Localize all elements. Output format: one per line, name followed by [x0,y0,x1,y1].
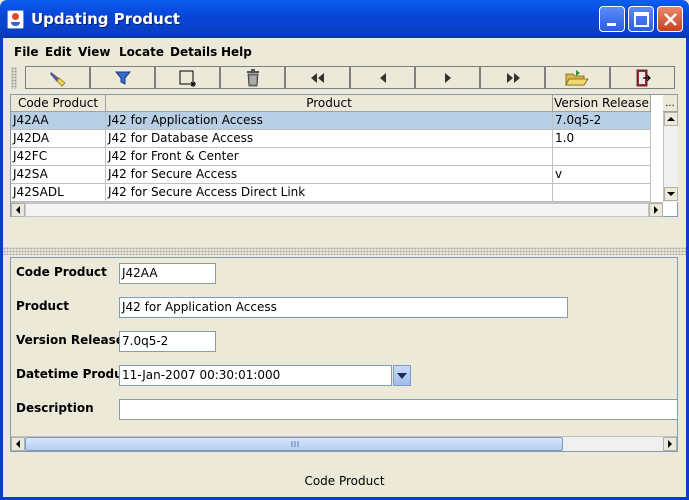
first-record-icon [310,72,324,83]
table-row[interactable]: J42FC J42 for Front & Center [11,148,651,166]
last-record-button[interactable] [480,66,545,89]
table-vertical-scrollbar[interactable] [663,112,678,202]
form-scroll-right-arrow[interactable] [663,437,677,451]
new-record-icon [179,70,196,87]
last-record-icon [506,72,520,83]
arrow-down-icon [667,192,675,196]
cell-product: J42 for Front & Center [106,148,553,166]
datetime-dropdown-button[interactable] [393,365,411,386]
exit-door-icon [636,69,651,86]
form-scroll-left-arrow[interactable] [11,437,25,451]
code-product-label: Code Product [16,265,107,279]
arrow-up-icon [667,117,675,121]
open-folder-button[interactable] [545,66,610,89]
description-field[interactable] [119,399,677,420]
open-folder-icon [564,69,589,85]
cell-version: v [553,166,651,184]
cell-code: J42FC [11,148,106,166]
cell-product: J42 for Secure Access Direct Link [106,184,553,202]
scroll-right-arrow[interactable] [649,203,663,217]
maximize-button[interactable] [628,6,654,32]
description-label: Description [16,401,94,415]
datetime-product-label: Datetime Product [16,367,136,381]
arrow-left-icon [16,206,20,214]
toolbar-grip[interactable] [11,67,17,89]
scroll-track[interactable] [25,203,649,217]
arrow-left-icon [16,440,20,448]
cell-code: J42SA [11,166,106,184]
menu-bar: File Edit View Locate Details Help [3,40,686,62]
new-record-button[interactable] [155,66,220,89]
window-title: Updating Product [31,10,180,28]
exit-button[interactable] [610,66,675,89]
column-header-product[interactable]: Product [106,95,553,112]
arrow-right-icon [668,440,672,448]
flashlight-icon [49,71,66,87]
next-record-button[interactable] [415,66,480,89]
product-label: Product [16,299,69,313]
split-pane-divider[interactable] [3,247,686,255]
cell-version: 7.0q5-2 [553,112,651,130]
table-row[interactable]: J42AA J42 for Application Access 7.0q5-2 [11,112,651,130]
next-record-icon [444,72,451,83]
menu-file[interactable]: File [14,45,39,59]
filter-icon [114,71,131,85]
table-row[interactable]: J42SADL J42 for Secure Access Direct Lin… [11,184,651,202]
java-app-icon [7,10,24,29]
menu-locate[interactable]: Locate [119,45,164,59]
detail-form: Code Product J42AA Product J42 for Appli… [10,257,678,452]
cell-code: J42AA [11,112,106,130]
minimize-button[interactable] [599,6,625,32]
cell-version: 1.0 [553,130,651,148]
menu-details[interactable]: Details [170,45,217,59]
previous-record-button[interactable] [350,66,415,89]
table-horizontal-scrollbar[interactable] [11,202,663,217]
cell-product: J42 for Application Access [106,112,553,130]
form-horizontal-scrollbar[interactable] [11,436,677,451]
cell-version [553,184,651,202]
product-table: Code Product Product Version Release ...… [10,94,678,217]
menu-view[interactable]: View [78,45,110,59]
scroll-up-arrow[interactable] [664,112,678,126]
cell-code: J42SADL [11,184,106,202]
menu-edit[interactable]: Edit [45,45,72,59]
status-bar: Code Product [304,474,385,488]
delete-button[interactable] [220,66,285,89]
code-product-field[interactable]: J42AA [119,263,216,284]
table-empty-area [10,218,678,246]
cell-code: J42DA [11,130,106,148]
title-bar[interactable]: Updating Product [0,0,689,38]
close-button[interactable] [657,6,683,32]
toolbar [3,63,686,91]
datetime-product-field[interactable]: 11-Jan-2007 00:30:01:000 [119,365,392,386]
first-record-button[interactable] [285,66,350,89]
version-release-field[interactable]: 7.0q5-2 [119,331,216,352]
cell-product: J42 for Secure Access [106,166,553,184]
cell-version [553,148,651,166]
column-header-code[interactable]: Code Product [11,95,106,112]
grip-icon [291,441,299,447]
scroll-left-arrow[interactable] [11,203,25,217]
form-scroll-thumb[interactable] [25,437,563,451]
table-row[interactable]: J42SA J42 for Secure Access v [11,166,651,184]
version-release-label: Version Release [16,333,124,347]
menu-help[interactable]: Help [221,45,252,59]
scroll-down-arrow[interactable] [664,187,678,201]
column-chooser-button[interactable]: ... [663,95,678,112]
flashlight-button[interactable] [25,66,90,89]
arrow-right-icon [654,206,658,214]
chevron-down-icon [397,372,407,379]
trash-icon [246,68,259,86]
column-header-version[interactable]: Version Release [553,95,651,112]
filter-button[interactable] [90,66,155,89]
cell-product: J42 for Database Access [106,130,553,148]
previous-record-icon [379,72,386,83]
table-row[interactable]: J42DA J42 for Database Access 1.0 [11,130,651,148]
product-field[interactable]: J42 for Application Access [119,297,568,318]
